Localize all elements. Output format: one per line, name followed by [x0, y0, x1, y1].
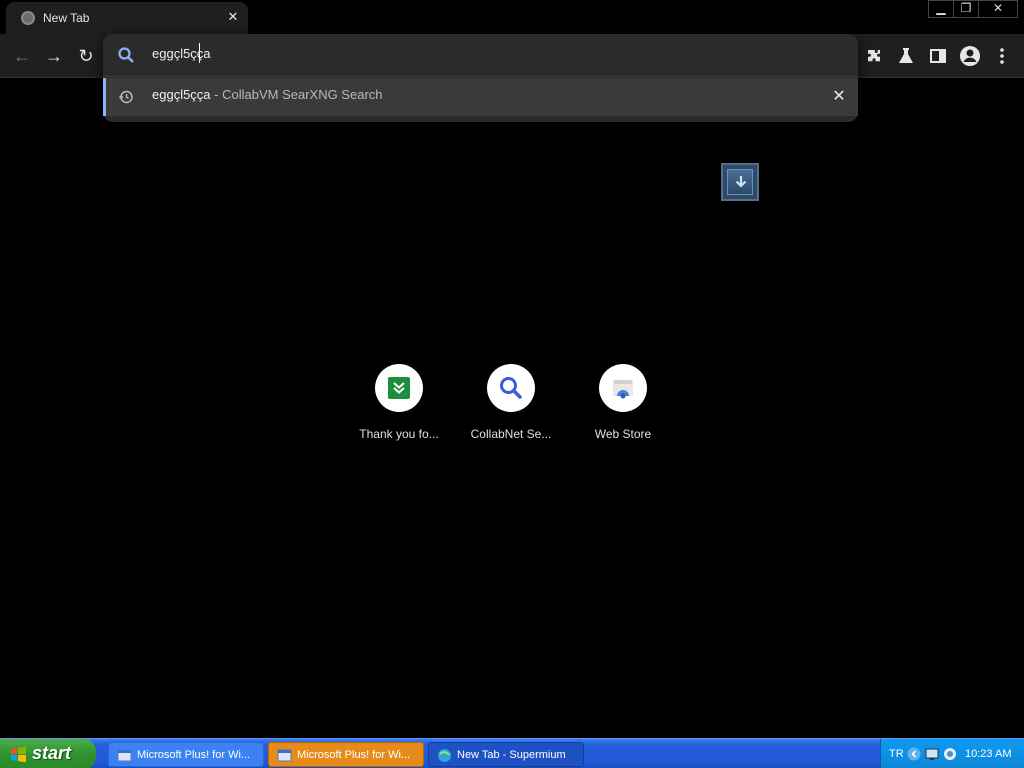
start-label: start — [32, 743, 72, 763]
taskbar-item-label: Microsoft Plus! for Wi... — [137, 749, 251, 761]
side-panel-icon[interactable] — [926, 44, 950, 68]
labs-icon[interactable] — [894, 44, 918, 68]
suggestion-selected-bar — [103, 78, 106, 116]
window-restore-button[interactable]: ❐ — [953, 0, 979, 18]
window-close-button[interactable]: ✕ — [978, 0, 1018, 18]
back-button[interactable]: ← — [9, 43, 35, 69]
tray-app-icon[interactable] — [943, 747, 957, 761]
omnibox-dropdown: eggçl5çça eggçl5çça - CollabVM SearXNG S… — [103, 34, 858, 122]
taskbar: start Microsoft Plus! for Wi... Microsof… — [0, 738, 1024, 768]
suggestion-text: eggçl5çça - CollabVM SearXNG Search — [152, 87, 383, 102]
profile-icon[interactable] — [958, 44, 982, 68]
shortcut-tile[interactable]: CollabNet Se... — [456, 364, 566, 450]
screen: New Tab ✕ ▁ ❐ ✕ ← → ↻ eggçl5çça eggçl5çç… — [0, 0, 1024, 768]
omnibox-input-row[interactable]: eggçl5çça — [103, 34, 858, 76]
tab-new-tab[interactable]: New Tab ✕ — [6, 2, 248, 34]
shortcut-label: Thank you fo... — [359, 427, 439, 441]
shortcut-icon-circle — [375, 364, 423, 412]
windows-flag-icon — [10, 746, 27, 763]
webstore-icon — [613, 380, 633, 399]
system-tray: TR 10:23 AM — [880, 739, 1024, 768]
shortcut-label: Web Store — [594, 427, 652, 441]
taskbar-item-label: Microsoft Plus! for Wi... — [297, 749, 411, 761]
reload-button[interactable]: ↻ — [73, 43, 99, 69]
tray-arrow-icon[interactable] — [907, 747, 921, 761]
shortcut-icon-circle — [487, 364, 535, 412]
taskbar-item[interactable]: Microsoft Plus! for Wi... — [268, 742, 424, 767]
suggestion-source: - CollabVM SearXNG Search — [210, 87, 383, 102]
remove-suggestion-button[interactable]: ✕ — [829, 87, 849, 107]
language-indicator[interactable]: TR — [889, 748, 904, 760]
search-icon — [117, 46, 135, 64]
menu-icon[interactable] — [990, 44, 1014, 68]
forward-button[interactable]: → — [41, 43, 67, 69]
shortcut-tile[interactable]: Thank you fo... — [344, 364, 454, 450]
omnibox-divider — [103, 76, 858, 77]
window-minimize-button[interactable]: ▁ — [928, 0, 954, 18]
text-cursor — [199, 43, 201, 63]
download-green-icon — [388, 377, 410, 399]
shortcut-label: CollabNet Se... — [470, 427, 552, 441]
shortcut-tile[interactable]: Web Store — [568, 364, 678, 450]
tab-strip: New Tab ✕ ▁ ❐ ✕ — [0, 0, 1024, 34]
window-icon — [117, 748, 132, 763]
taskbar-item[interactable]: Microsoft Plus! for Wi... — [108, 742, 264, 767]
shortcut-icon-circle — [599, 364, 647, 412]
start-button[interactable]: start — [0, 739, 96, 768]
taskbar-item[interactable]: New Tab - Supermium — [428, 742, 584, 767]
download-arrow-icon — [727, 169, 753, 195]
window-icon — [277, 748, 292, 763]
tab-title: New Tab — [43, 11, 90, 25]
network-icon[interactable] — [925, 747, 939, 761]
omnibox-suggestion[interactable]: eggçl5çça - CollabVM SearXNG Search ✕ — [103, 78, 858, 116]
history-icon — [118, 89, 134, 105]
extensions-icon[interactable] — [862, 44, 886, 68]
omnibox-input[interactable]: eggçl5çça — [152, 46, 211, 61]
tab-close-icon[interactable]: ✕ — [224, 8, 242, 26]
tab-favicon-icon — [21, 11, 35, 25]
search-blue-icon — [500, 377, 522, 399]
taskbar-item-label: New Tab - Supermium — [457, 749, 566, 761]
supermium-icon — [437, 748, 452, 763]
suggestion-query: eggçl5çça — [152, 87, 211, 102]
doodle-image[interactable] — [721, 163, 759, 201]
clock[interactable]: 10:23 AM — [965, 748, 1011, 760]
